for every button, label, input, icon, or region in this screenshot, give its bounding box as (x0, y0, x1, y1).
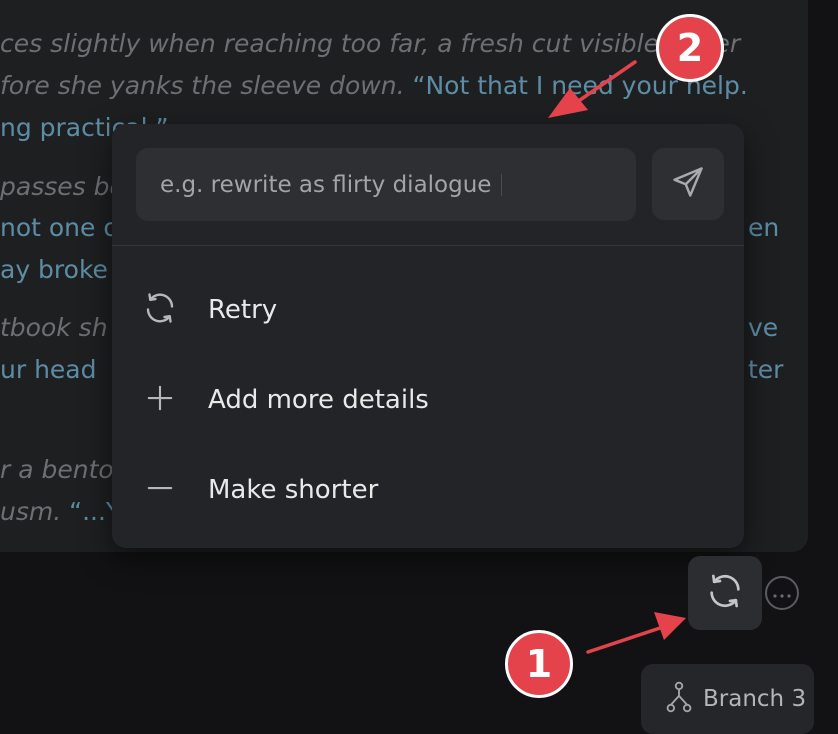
annotation-arrowhead-2 (548, 88, 588, 118)
annotation-arrowhead-1 (654, 612, 686, 640)
annotation-badge-2: 2 (656, 14, 724, 82)
annotation-arrow-2 (578, 60, 637, 102)
annotation-arrows (548, 60, 686, 654)
annotation-badge-1: 1 (505, 630, 573, 698)
annotation-arrow-1 (586, 626, 662, 654)
